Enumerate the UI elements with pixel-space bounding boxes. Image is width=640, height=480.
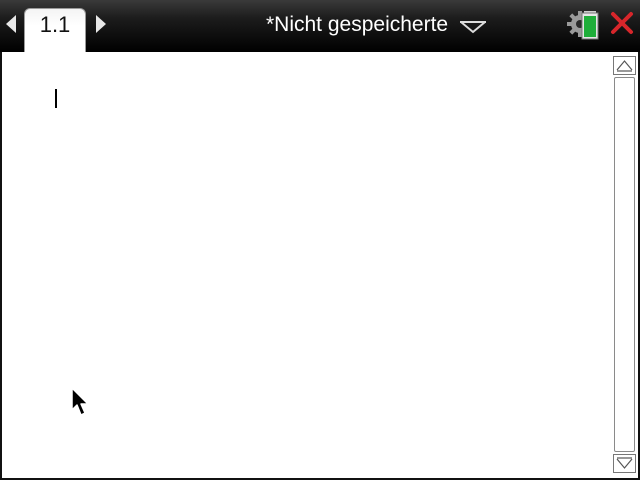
document-work-area[interactable] — [0, 52, 640, 480]
tab-label: 1.1 — [39, 12, 71, 37]
gear-battery-icon — [567, 11, 599, 40]
scroll-down-button[interactable] — [613, 454, 636, 473]
mouse-pointer-icon — [70, 386, 92, 418]
document-title-menu[interactable]: *Nicht gespeicherte — [230, 10, 560, 40]
close-icon — [611, 12, 633, 34]
triangle-left-icon — [6, 15, 16, 33]
scroll-track[interactable] — [614, 77, 635, 452]
chevron-up-icon — [616, 60, 633, 72]
chevron-down-icon — [616, 457, 633, 469]
title-bar: 1.1 *Nicht gespeicherte — [0, 0, 640, 52]
next-page-button[interactable] — [94, 13, 108, 35]
scroll-up-button[interactable] — [613, 56, 636, 75]
triangle-right-icon — [96, 15, 106, 33]
document-title: *Nicht gespeicherte — [266, 13, 449, 36]
vertical-scrollbar[interactable] — [613, 56, 636, 474]
chevron-down-icon — [458, 15, 488, 35]
text-cursor — [55, 89, 57, 108]
close-button[interactable] — [607, 8, 637, 38]
tab-page-1-1[interactable]: 1.1 — [24, 8, 86, 52]
settings-battery-button[interactable] — [566, 8, 602, 40]
previous-page-button[interactable] — [4, 13, 18, 35]
